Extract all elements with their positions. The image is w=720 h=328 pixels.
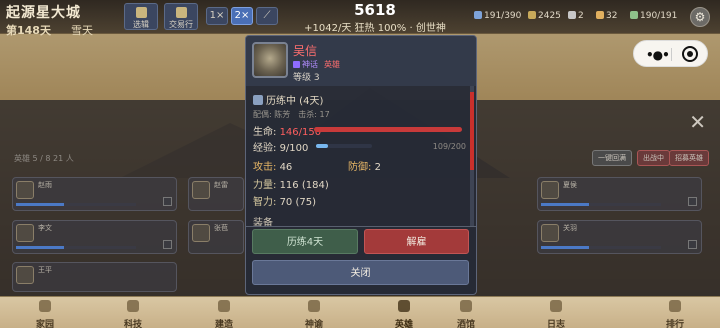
speed-2x-button[interactable]: 2×: [231, 7, 253, 25]
hp-row: 生命: 146/150: [253, 127, 322, 138]
hero-card[interactable]: 赵雨: [12, 177, 177, 211]
hero-list-title: 英雄 5 / 8 21 人: [14, 154, 74, 163]
hero-tags: 神话 英雄: [293, 59, 340, 70]
hero-select-checkbox[interactable]: [688, 240, 697, 249]
resource-gem: 32: [596, 11, 617, 21]
nav-heroes[interactable]: 英雄: [374, 297, 434, 328]
city-info: 起源星大城 第148天 雪天: [6, 2, 93, 38]
settings-gear-icon[interactable]: ⚙: [690, 7, 710, 27]
nav-tech[interactable]: 科技: [103, 297, 163, 328]
xp-row: 经验: 9/100: [253, 143, 309, 154]
popup-scrollbar[interactable]: [470, 86, 474, 226]
gold-rate: +1042/天 狂热 100% · 创世神: [304, 23, 446, 34]
hero-name: 吴信: [293, 44, 318, 58]
crossed-swords-icon: [398, 300, 410, 312]
resource-food: 190/191: [630, 11, 677, 21]
log-icon: [550, 300, 562, 312]
refill-all-button[interactable]: 一键回满: [592, 150, 632, 166]
miniprogram-capsule: •●•: [633, 40, 708, 67]
hero-portrait: [252, 42, 288, 78]
hero-header: 吴信 神话 英雄 等级 3: [246, 36, 476, 86]
gold-amount: 5618: [354, 1, 396, 19]
nav-tavern[interactable]: 酒馆: [436, 297, 496, 328]
tavern-icon: [460, 300, 472, 312]
build-icon: [218, 300, 230, 312]
training-status: 历练中 (4天): [253, 92, 323, 107]
food-icon: [630, 11, 638, 19]
training-icon: [253, 95, 263, 105]
trade-icon: [176, 7, 187, 18]
resource-coin: 2425: [528, 11, 561, 21]
nav-ranking[interactable]: 排行: [645, 297, 705, 328]
close-button[interactable]: 关闭: [252, 260, 469, 285]
hero-select-checkbox[interactable]: [163, 197, 172, 206]
coin-icon: [528, 11, 536, 19]
hp-bar: [314, 127, 462, 132]
speed-1x-button[interactable]: 1×: [206, 7, 228, 25]
hero-level: 等级 3: [293, 73, 320, 83]
weather-label: 雪天: [70, 24, 93, 37]
hero-card[interactable]: 张苞: [188, 220, 244, 254]
top-status-bar: 起源星大城 第148天 雪天 选辑 交易行 1× 2× ⟋ 5618 +1042/…: [0, 0, 720, 37]
close-icon[interactable]: ✕: [689, 110, 706, 134]
nav-log[interactable]: 日志: [526, 297, 586, 328]
hero-avatar: [192, 181, 210, 199]
home-icon: [39, 300, 51, 312]
strength-row: 力量: 116 (184): [253, 180, 329, 191]
population-icon: [474, 11, 482, 19]
deployed-filter-button[interactable]: 出战中: [637, 150, 670, 166]
city-name: 起源星大城: [6, 5, 81, 21]
hero-select-checkbox[interactable]: [163, 240, 172, 249]
train-button[interactable]: 历练4天: [252, 229, 358, 254]
rarity-icon: [293, 61, 300, 68]
hero-card[interactable]: 关羽: [537, 220, 702, 254]
gold-summary: 5618 +1042/天 狂热 100% · 创世神: [290, 1, 460, 34]
xp-bar: [316, 144, 372, 148]
hero-card[interactable]: 夏侯: [537, 177, 702, 211]
hero-avatar: [541, 181, 559, 199]
oracle-icon: [308, 300, 320, 312]
attack-row: 攻击: 46: [253, 162, 293, 173]
hero-avatar: [16, 181, 34, 199]
hero-avatar: [16, 224, 34, 242]
defense-row: 防御: 2: [348, 162, 381, 173]
ranking-icon: [669, 300, 681, 312]
nav-home[interactable]: 家园: [15, 297, 75, 328]
more-menu-icon[interactable]: •●•: [646, 48, 670, 62]
scroll-icon: [136, 7, 147, 18]
hero-select-checkbox[interactable]: [688, 197, 697, 206]
tech-icon: [127, 300, 139, 312]
bottom-navigation: 家园 科技 建造 神谕 英雄 酒馆 日志 排行: [0, 296, 720, 328]
hero-detail-dialog: 吴信 神话 英雄 等级 3 历练中 (4天) 配偶: 陈芳 击杀: 17 生命: 1…: [245, 35, 477, 295]
intellect-row: 智力: 70 (75): [253, 197, 316, 208]
day-counter: 第148天: [6, 24, 51, 37]
trade-button[interactable]: 交易行: [164, 3, 198, 30]
resource-population: 191/390: [474, 11, 521, 21]
hero-avatar: [192, 224, 210, 242]
hero-card[interactable]: 赵雷: [188, 177, 244, 211]
gem-icon: [596, 11, 604, 19]
dismiss-button[interactable]: 解雇: [364, 229, 469, 254]
close-miniprogram-icon[interactable]: [682, 46, 698, 62]
hero-card[interactable]: 王平: [12, 262, 177, 292]
recruit-hero-button[interactable]: 招募英雄: [669, 150, 709, 166]
pause-button[interactable]: ⟋: [256, 7, 278, 25]
resource-key: 2: [568, 11, 584, 21]
xp-total: 109/200: [432, 142, 466, 151]
key-icon: [568, 11, 576, 19]
hero-avatar: [16, 266, 34, 284]
nav-oracle[interactable]: 神谕: [284, 297, 344, 328]
nav-build[interactable]: 建造: [194, 297, 254, 328]
hero-avatar: [541, 224, 559, 242]
select-button[interactable]: 选辑: [124, 3, 158, 30]
hero-relations: 配偶: 陈芳 击杀: 17: [253, 110, 330, 119]
hero-card[interactable]: 李文: [12, 220, 177, 254]
